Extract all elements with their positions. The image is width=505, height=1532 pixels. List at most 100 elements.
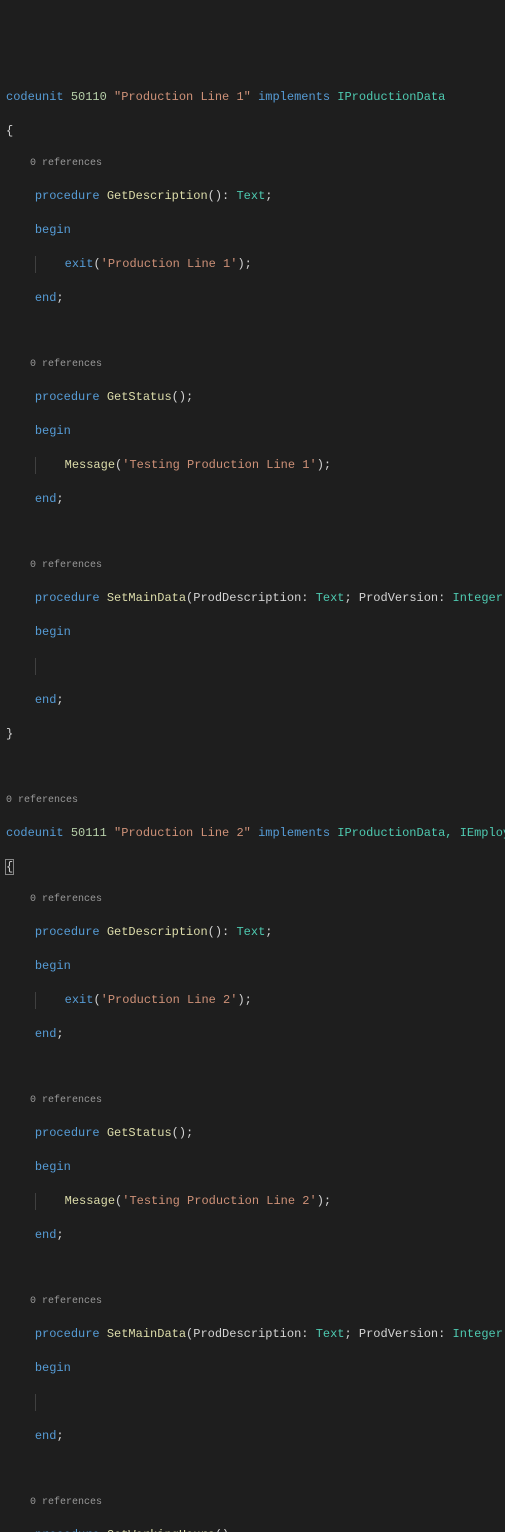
- code-line[interactable]: exit('Production Line 2');: [6, 992, 499, 1009]
- proc-name: GetWorkingHours: [107, 1528, 215, 1532]
- param-name: ProdVersion: [359, 591, 438, 605]
- codelens[interactable]: 0 references: [6, 559, 499, 573]
- keyword-procedure: procedure: [35, 591, 100, 605]
- blank-line[interactable]: [6, 525, 499, 542]
- string-literal: 'Production Line 2': [101, 993, 238, 1007]
- param-name: ProdVersion: [359, 1327, 438, 1341]
- codelens[interactable]: 0 references: [6, 794, 499, 808]
- codelens[interactable]: 0 references: [6, 893, 499, 907]
- code-line[interactable]: codeunit 50110 "Production Line 1" imple…: [6, 89, 499, 106]
- code-line[interactable]: end;: [6, 290, 499, 307]
- codelens-text[interactable]: 0 references: [30, 894, 102, 905]
- code-line[interactable]: procedure GetDescription(): Text;: [6, 188, 499, 205]
- code-line[interactable]: Message('Testing Production Line 1');: [6, 457, 499, 474]
- keyword-implements: implements: [258, 90, 330, 104]
- code-line[interactable]: {: [6, 859, 499, 876]
- string-literal: 'Production Line 1': [101, 257, 238, 271]
- keyword-begin: begin: [35, 223, 71, 237]
- code-line[interactable]: procedure GetStatus();: [6, 389, 499, 406]
- code-line[interactable]: procedure SetMainData(ProdDescription: T…: [6, 590, 499, 607]
- blank-line[interactable]: [6, 658, 499, 675]
- param-type: Integer: [453, 591, 503, 605]
- keyword-codeunit: codeunit: [6, 90, 64, 104]
- keyword-exit: exit: [65, 257, 94, 271]
- codelens[interactable]: 0 references: [6, 1094, 499, 1108]
- proc-name: GetDescription: [107, 189, 208, 203]
- keyword-end: end: [35, 693, 57, 707]
- blank-line[interactable]: [6, 1060, 499, 1077]
- codeunit-name: "Production Line 2": [114, 826, 251, 840]
- param-type: Text: [316, 1327, 345, 1341]
- codelens-text[interactable]: 0 references: [30, 560, 102, 571]
- proc-name: SetMainData: [107, 1327, 186, 1341]
- keyword-begin: begin: [35, 1361, 71, 1375]
- code-line[interactable]: Message('Testing Production Line 2');: [6, 1193, 499, 1210]
- code-line[interactable]: }: [6, 726, 499, 743]
- codelens-text[interactable]: 0 references: [30, 1095, 102, 1106]
- code-line[interactable]: begin: [6, 624, 499, 641]
- blank-line[interactable]: [6, 1261, 499, 1278]
- code-line[interactable]: procedure SetMainData(ProdDescription: T…: [6, 1326, 499, 1343]
- string-literal: 'Testing Production Line 1': [122, 458, 316, 472]
- code-line[interactable]: procedure GetStatus();: [6, 1125, 499, 1142]
- code-line[interactable]: end;: [6, 1026, 499, 1043]
- keyword-begin: begin: [35, 1160, 71, 1174]
- brace-match-highlight: {: [5, 859, 14, 875]
- proc-name: GetStatus: [107, 390, 172, 404]
- codelens-text[interactable]: 0 references: [30, 158, 102, 169]
- code-line[interactable]: begin: [6, 222, 499, 239]
- blank-line[interactable]: [6, 1462, 499, 1479]
- code-line[interactable]: exit('Production Line 1');: [6, 256, 499, 273]
- return-type: Text: [236, 189, 265, 203]
- codelens-text[interactable]: 0 references: [30, 1497, 102, 1508]
- code-line[interactable]: end;: [6, 692, 499, 709]
- codelens[interactable]: 0 references: [6, 1295, 499, 1309]
- keyword-end: end: [35, 291, 57, 305]
- message-fn: Message: [65, 1194, 115, 1208]
- code-editor[interactable]: codeunit 50110 "Production Line 1" imple…: [6, 72, 499, 1532]
- codelens[interactable]: 0 references: [6, 157, 499, 171]
- code-line[interactable]: procedure GetWorkingHours(): [6, 1527, 499, 1532]
- code-line[interactable]: codeunit 50111 "Production Line 2" imple…: [6, 825, 499, 842]
- codelens[interactable]: 0 references: [6, 1496, 499, 1510]
- param-type: Text: [316, 591, 345, 605]
- keyword-begin: begin: [35, 625, 71, 639]
- keyword-codeunit: codeunit: [6, 826, 64, 840]
- code-line[interactable]: {: [6, 123, 499, 140]
- keyword-end: end: [35, 492, 57, 506]
- blank-line[interactable]: [6, 760, 499, 777]
- code-line[interactable]: end;: [6, 491, 499, 508]
- codelens-text[interactable]: 0 references: [6, 795, 78, 806]
- return-type: Text: [236, 925, 265, 939]
- keyword-procedure: procedure: [35, 1126, 100, 1140]
- keyword-end: end: [35, 1429, 57, 1443]
- param-name: ProdDescription: [193, 1327, 301, 1341]
- string-literal: 'Testing Production Line 2': [122, 1194, 316, 1208]
- code-line[interactable]: begin: [6, 1159, 499, 1176]
- message-fn: Message: [65, 458, 115, 472]
- keyword-end: end: [35, 1228, 57, 1242]
- interface: IProductionData: [337, 90, 445, 104]
- keyword-implements: implements: [258, 826, 330, 840]
- keyword-exit: exit: [65, 993, 94, 1007]
- param-type: Integer: [453, 1327, 503, 1341]
- code-line[interactable]: begin: [6, 423, 499, 440]
- keyword-procedure: procedure: [35, 1327, 100, 1341]
- code-line[interactable]: begin: [6, 958, 499, 975]
- codelens[interactable]: 0 references: [6, 358, 499, 372]
- blank-line[interactable]: [6, 1394, 499, 1411]
- blank-line[interactable]: [6, 324, 499, 341]
- code-line[interactable]: end;: [6, 1428, 499, 1445]
- codelens-text[interactable]: 0 references: [30, 1296, 102, 1307]
- keyword-procedure: procedure: [35, 1528, 100, 1532]
- keyword-procedure: procedure: [35, 925, 100, 939]
- code-line[interactable]: end;: [6, 1227, 499, 1244]
- code-line[interactable]: begin: [6, 1360, 499, 1377]
- param-name: ProdDescription: [193, 591, 301, 605]
- code-line[interactable]: procedure GetDescription(): Text;: [6, 924, 499, 941]
- codeunit-id: 50110: [71, 90, 107, 104]
- keyword-procedure: procedure: [35, 390, 100, 404]
- codelens-text[interactable]: 0 references: [30, 359, 102, 370]
- proc-name: GetStatus: [107, 1126, 172, 1140]
- proc-name: GetDescription: [107, 925, 208, 939]
